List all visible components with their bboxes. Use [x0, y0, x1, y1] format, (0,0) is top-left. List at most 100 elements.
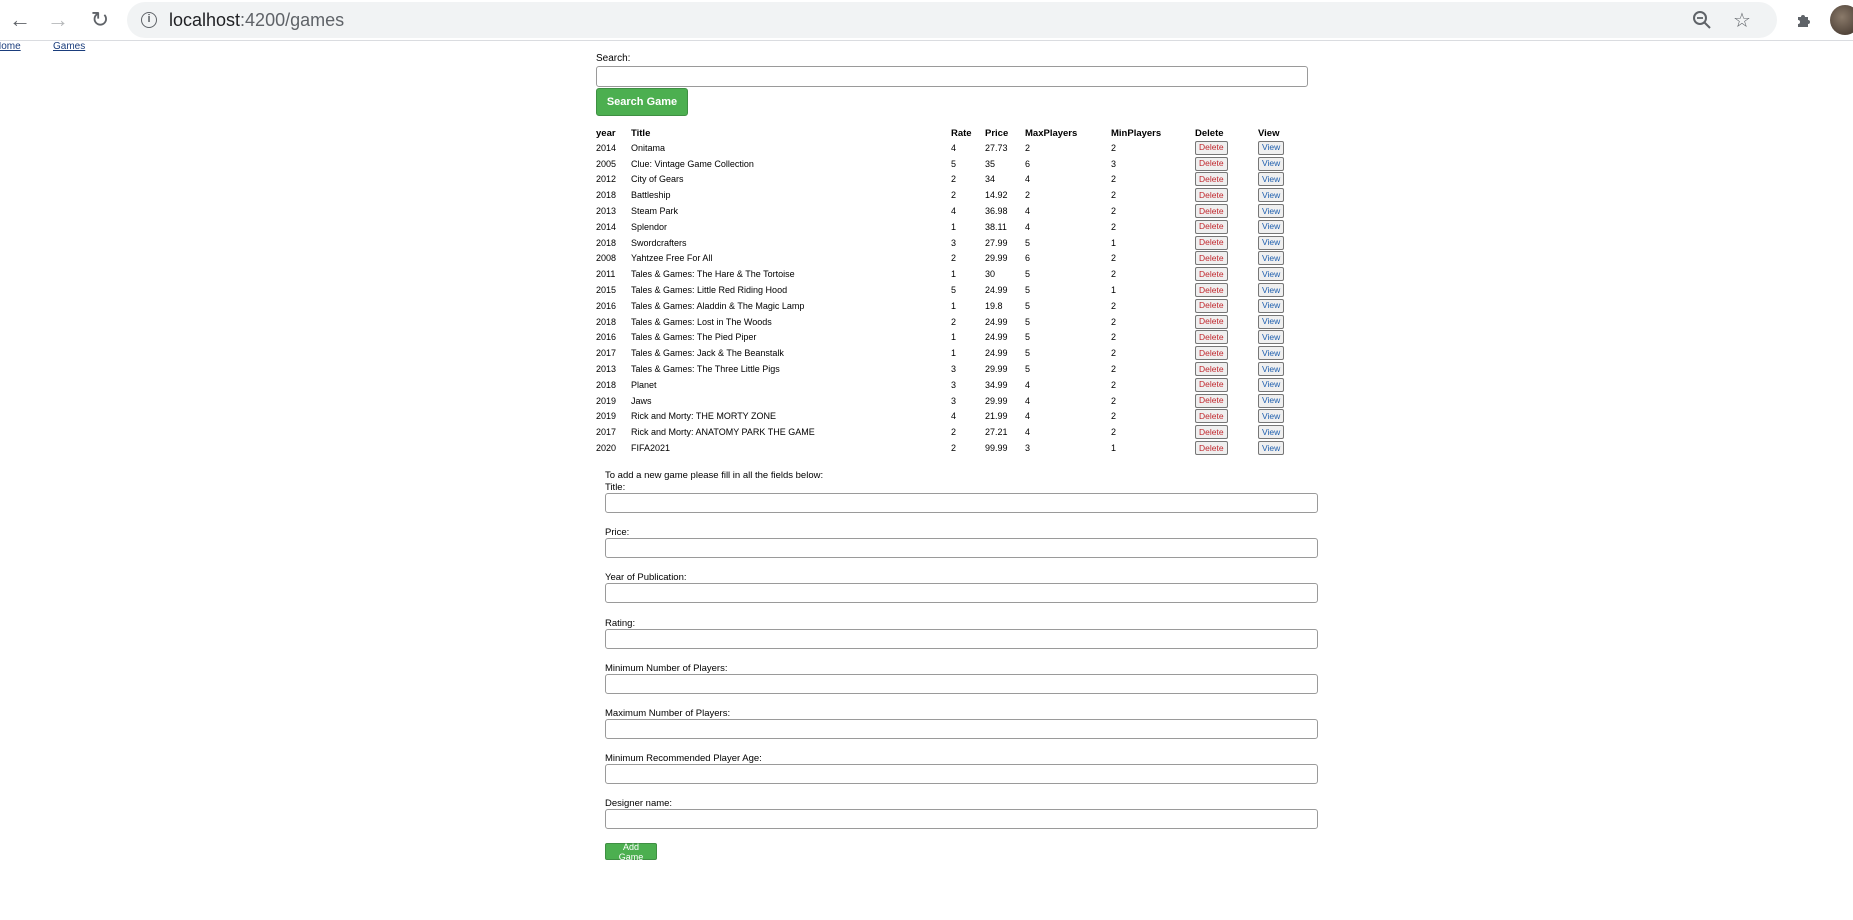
year-cell: 2018	[596, 190, 617, 201]
view-button[interactable]: View	[1258, 140, 1285, 155]
delete-cell: Delete	[1195, 282, 1258, 298]
search-game-button[interactable]: Search Game	[596, 88, 688, 116]
zoom-out-icon[interactable]	[1690, 8, 1714, 32]
view-button[interactable]: View	[1258, 298, 1285, 313]
view-button[interactable]: View	[1258, 346, 1285, 361]
delete-button[interactable]: Delete	[1195, 425, 1228, 440]
rate-cell: 3	[951, 379, 957, 390]
delete-button[interactable]: Delete	[1195, 330, 1228, 345]
form-input[interactable]	[605, 673, 1318, 694]
table-row: 2018 Swordcrafters 3 27.99 5 1 Delete View	[596, 235, 1298, 251]
minplayers-cell: 2	[1111, 411, 1117, 422]
view-button[interactable]: View	[1258, 409, 1285, 424]
title-cell: Rick and Morty: ANATOMY PARK THE GAME	[631, 427, 815, 438]
form-input[interactable]	[605, 493, 1318, 513]
maxplayers-cell: 3	[1025, 443, 1031, 454]
view-button[interactable]: View	[1258, 441, 1285, 456]
view-button[interactable]: View	[1258, 172, 1285, 187]
view-button[interactable]: View	[1258, 425, 1285, 440]
view-button[interactable]: View	[1258, 235, 1285, 250]
star-icon[interactable]: ☆	[1730, 8, 1754, 32]
maxplayers-cell: 4	[1025, 427, 1031, 438]
view-button[interactable]: View	[1258, 377, 1285, 392]
search-input[interactable]	[596, 66, 1308, 87]
view-button[interactable]: View	[1258, 362, 1285, 377]
view-button[interactable]: View	[1258, 393, 1285, 408]
view-button[interactable]: View	[1258, 219, 1285, 234]
delete-button[interactable]: Delete	[1195, 188, 1228, 203]
header-title: Title	[631, 128, 651, 139]
puzzle-piece-icon[interactable]	[1792, 8, 1816, 32]
delete-button[interactable]: Delete	[1195, 172, 1228, 187]
url-text[interactable]: localhost:4200/games	[169, 10, 344, 31]
delete-button[interactable]: Delete	[1195, 409, 1228, 424]
reload-icon[interactable]: ↻	[84, 4, 116, 36]
delete-button[interactable]: Delete	[1195, 314, 1228, 329]
rate-cell: 1	[951, 332, 957, 343]
price-cell: 34.99	[985, 379, 1008, 390]
home-link[interactable]: Home	[0, 41, 21, 52]
profile-avatar[interactable]	[1830, 5, 1853, 35]
view-cell: View	[1258, 298, 1298, 314]
delete-button[interactable]: Delete	[1195, 298, 1228, 313]
table-row: 2016 Tales & Games: Aladdin & The Magic L…	[596, 298, 1298, 314]
price-cell: 34	[985, 174, 996, 185]
form-input[interactable]	[605, 764, 1318, 785]
minplayers-cell: 2	[1111, 379, 1117, 390]
delete-button[interactable]: Delete	[1195, 140, 1228, 155]
view-button[interactable]: View	[1258, 314, 1285, 329]
maxplayers-cell: 5	[1025, 237, 1031, 248]
view-button[interactable]: View	[1258, 267, 1285, 282]
delete-cell: Delete	[1195, 140, 1258, 156]
view-button[interactable]: View	[1258, 156, 1285, 171]
address-bar[interactable]: i localhost:4200/games ☆	[127, 2, 1777, 38]
view-button[interactable]: View	[1258, 283, 1285, 298]
title-cell: Tales & Games: Little Red Riding Hood	[631, 285, 788, 296]
year-cell: 2019	[596, 395, 617, 406]
form-input[interactable]	[605, 538, 1318, 559]
view-button[interactable]: View	[1258, 188, 1285, 203]
forward-arrow-icon[interactable]: →	[42, 4, 74, 36]
view-cell: View	[1258, 440, 1298, 456]
back-arrow-icon[interactable]: ←	[4, 4, 36, 36]
view-button[interactable]: View	[1258, 330, 1285, 345]
delete-button[interactable]: Delete	[1195, 362, 1228, 377]
form-input[interactable]	[605, 809, 1318, 830]
delete-button[interactable]: Delete	[1195, 219, 1228, 234]
delete-button[interactable]: Delete	[1195, 204, 1228, 219]
view-button[interactable]: View	[1258, 204, 1285, 219]
delete-button[interactable]: Delete	[1195, 377, 1228, 392]
view-button[interactable]: View	[1258, 251, 1285, 266]
add-game-button[interactable]: Add Game	[605, 842, 657, 862]
table-row: 2019 Rick and Morty: THE MORTY ZONE 4 21.99…	[596, 409, 1298, 425]
minplayers-cell: 2	[1111, 300, 1117, 311]
form-input[interactable]	[605, 583, 1318, 604]
delete-button[interactable]: Delete	[1195, 441, 1228, 456]
delete-button[interactable]: Delete	[1195, 346, 1228, 361]
price-cell: 14.92	[985, 190, 1008, 201]
delete-cell: Delete	[1195, 187, 1258, 203]
table-row: 2008 Yahtzee Free For All 2 29.99 6 2 Delete Vi…	[596, 251, 1298, 267]
info-icon[interactable]: i	[141, 12, 157, 28]
delete-button[interactable]: Delete	[1195, 283, 1228, 298]
table-row: 2016 Tales & Games: The Pied Piper 1 24.99 5…	[596, 330, 1298, 346]
header-price: Price	[985, 128, 1009, 139]
delete-button[interactable]: Delete	[1195, 267, 1228, 282]
year-cell: 2016	[596, 300, 617, 311]
price-cell: 27.99	[985, 237, 1008, 248]
games-link[interactable]: Games	[53, 41, 85, 52]
view-cell: View	[1258, 156, 1298, 172]
delete-button[interactable]: Delete	[1195, 235, 1228, 250]
price-cell: 99.99	[985, 443, 1008, 454]
delete-button[interactable]: Delete	[1195, 393, 1228, 408]
minplayers-cell: 2	[1111, 364, 1117, 375]
year-cell: 2005	[596, 158, 617, 169]
rate-cell: 1	[951, 300, 957, 311]
minplayers-cell: 2	[1111, 427, 1117, 438]
title-cell: FIFA2021	[631, 443, 671, 454]
form-input[interactable]	[605, 628, 1318, 649]
delete-button[interactable]: Delete	[1195, 251, 1228, 266]
form-input[interactable]	[605, 719, 1318, 739]
delete-button[interactable]: Delete	[1195, 156, 1228, 171]
price-cell: 35	[985, 158, 996, 169]
